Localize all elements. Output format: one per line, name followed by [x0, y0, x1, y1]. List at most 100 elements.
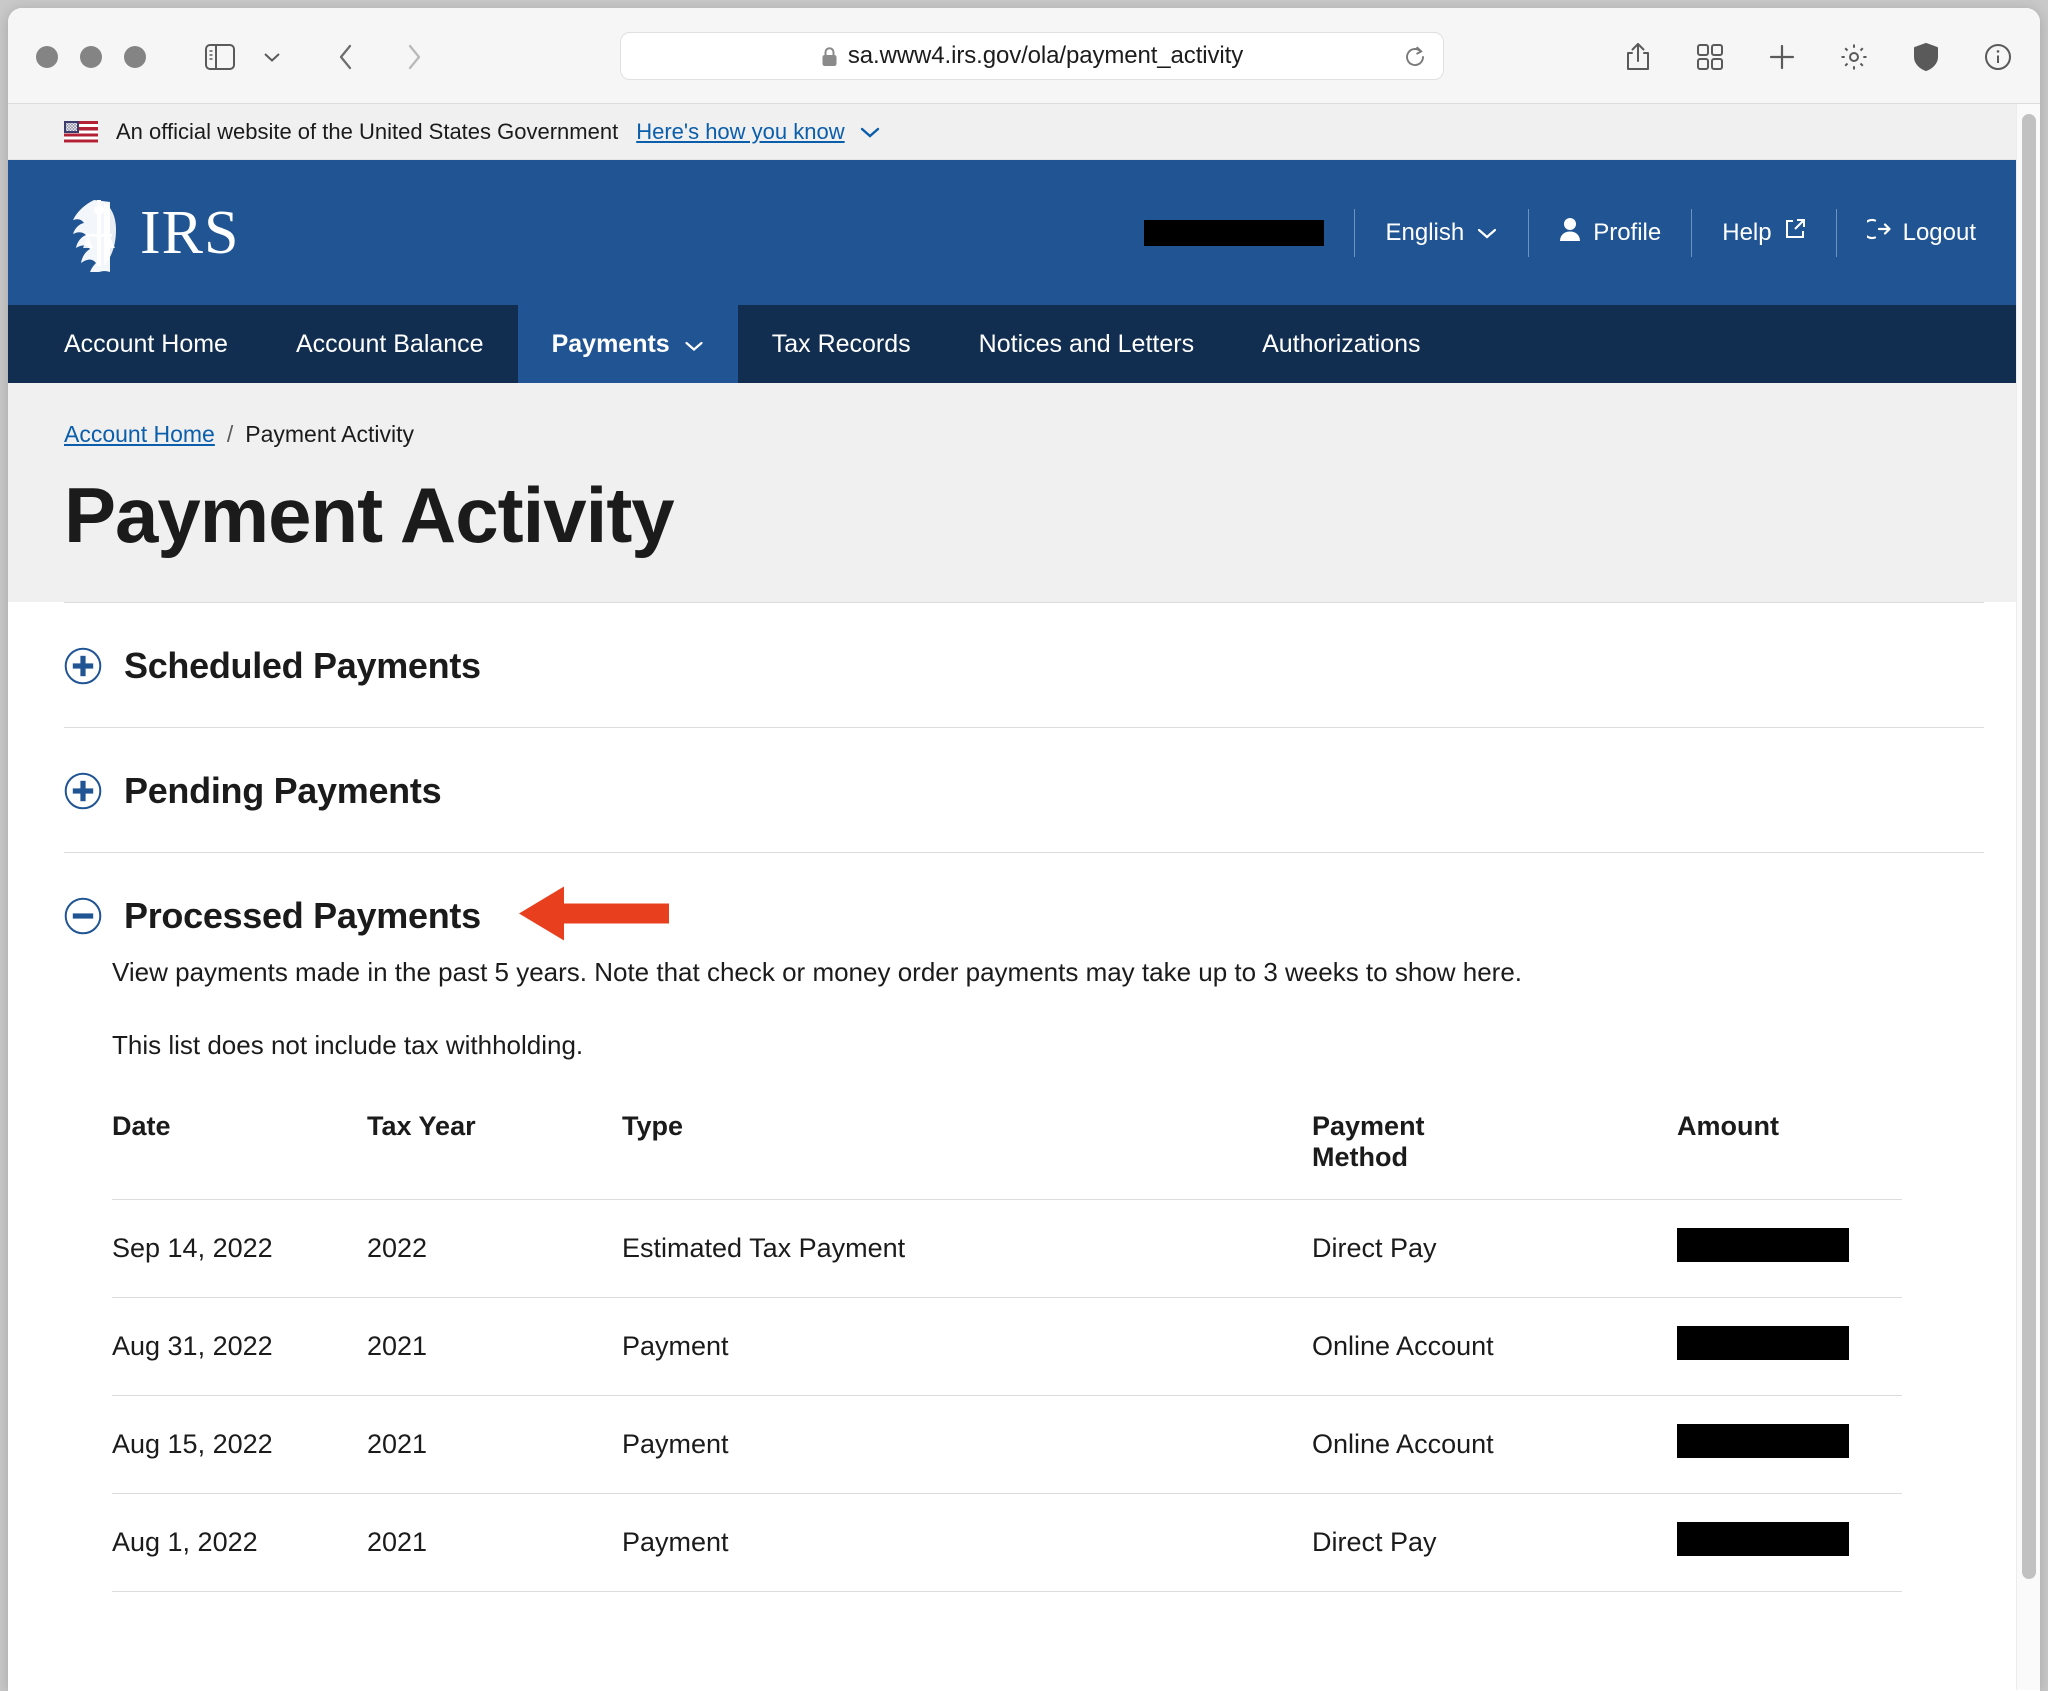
scrollbar-thumb[interactable]	[2022, 114, 2036, 1579]
table-head: Date Tax Year Type Payment Method Amount	[112, 1101, 1902, 1200]
new-tab-icon[interactable]	[1762, 37, 1802, 77]
nav-label: Account Home	[64, 329, 228, 358]
column-header-type: Type	[622, 1111, 684, 1142]
accordion-title: Pending Payments	[124, 770, 442, 811]
cell-payment-method: Direct Pay	[1312, 1493, 1677, 1593]
logout-icon	[1861, 218, 1891, 247]
nav-item-account-home[interactable]: Account Home	[8, 305, 262, 383]
table-header-row: Date Tax Year Type Payment Method Amount	[112, 1101, 1902, 1200]
logout-link[interactable]: Logout	[1861, 218, 1976, 247]
window-traffic-lights	[36, 46, 146, 68]
cell-type: Payment	[622, 1493, 1312, 1593]
amount-redacted	[1677, 1522, 1849, 1557]
table-row: Sep 14, 2022 2022 Estimated Tax Payment …	[112, 1199, 1902, 1298]
accordion-scheduled-payments: Scheduled Payments	[64, 603, 1984, 727]
divider	[1835, 208, 1837, 257]
user-name-redacted	[1144, 219, 1325, 246]
minimize-window-button[interactable]	[80, 46, 102, 68]
accordion-processed-payments: Processed Payments View payments made in…	[64, 853, 1984, 1632]
help-link[interactable]: Help	[1722, 218, 1805, 247]
nav-item-authorizations[interactable]: Authorizations	[1228, 305, 1454, 383]
info-icon[interactable]	[1978, 37, 2018, 77]
plus-circle-icon	[64, 647, 102, 685]
cell-amount	[1677, 1395, 1902, 1494]
nav-label: Authorizations	[1262, 329, 1421, 358]
shield-icon[interactable]	[1906, 37, 1946, 77]
chevron-down-icon	[684, 330, 704, 359]
accordion-header-processed-payments[interactable]: Processed Payments	[64, 886, 1984, 941]
nav-label: Account Balance	[295, 329, 484, 358]
cell-date: Sep 14, 2022	[112, 1199, 367, 1298]
column-header-payment-method-line1: Payment	[1312, 1111, 1425, 1142]
table-row: Aug 15, 2022 2021 Payment Online Account	[112, 1395, 1902, 1494]
cell-type: Payment	[622, 1297, 1312, 1396]
nav-item-payments[interactable]: Payments	[517, 305, 738, 383]
breadcrumb-separator: /	[226, 421, 234, 447]
table-row: Aug 31, 2022 2021 Payment Online Account	[112, 1297, 1902, 1396]
profile-label: Profile	[1593, 218, 1662, 246]
browser-window: sa.www4.irs.gov/ola/payment_activity An …	[8, 8, 2040, 1691]
gov-banner: An official website of the United States…	[8, 104, 2040, 160]
accordion-header-pending-payments[interactable]: Pending Payments	[64, 770, 1984, 812]
cell-amount	[1677, 1297, 1902, 1396]
sidebar-chevron-down-icon[interactable]	[252, 37, 292, 77]
cell-date: Aug 31, 2022	[112, 1297, 367, 1396]
page-scrollbar[interactable]	[2016, 104, 2040, 1690]
browser-toolbar: sa.www4.irs.gov/ola/payment_activity	[8, 8, 2040, 104]
page-title: Payment Activity	[64, 471, 675, 559]
cell-tax-year: 2021	[367, 1297, 622, 1396]
gear-icon[interactable]	[1834, 37, 1874, 77]
profile-link[interactable]: Profile	[1559, 217, 1661, 248]
gov-banner-link[interactable]: Here's how you know	[636, 119, 844, 145]
processed-intro-line-2: This list does not include tax withholdi…	[112, 1030, 584, 1061]
url-text: sa.www4.irs.gov/ola/payment_activity	[847, 42, 1244, 69]
share-icon[interactable]	[1618, 37, 1658, 77]
cell-type: Payment	[622, 1395, 1312, 1494]
amount-redacted	[1677, 1326, 1849, 1361]
column-header-payment-method-line2: Method	[1312, 1142, 1408, 1173]
nav-item-tax-records[interactable]: Tax Records	[738, 305, 945, 383]
nav-item-account-balance[interactable]: Account Balance	[262, 305, 518, 383]
page-viewport: An official website of the United States…	[8, 104, 2040, 1690]
minus-circle-icon	[64, 897, 102, 935]
address-bar[interactable]: sa.www4.irs.gov/ola/payment_activity	[620, 32, 1444, 80]
us-flag-icon	[64, 120, 98, 143]
language-selector[interactable]: English	[1385, 219, 1498, 247]
accordion-header-scheduled-payments[interactable]: Scheduled Payments	[64, 645, 1984, 687]
logout-label: Logout	[1902, 218, 1976, 246]
irs-logo-text: IRS	[140, 198, 240, 267]
irs-eagle-scales-icon	[73, 199, 116, 272]
table-row: Aug 1, 2022 2021 Payment Direct Pay	[112, 1493, 1902, 1593]
help-label: Help	[1722, 218, 1772, 246]
lock-icon	[821, 46, 838, 67]
sidebar-toggle-icon[interactable]	[200, 37, 240, 77]
breadcrumb: Account Home / Payment Activity	[64, 421, 2040, 448]
external-link-icon	[1784, 218, 1806, 247]
gov-banner-text: An official website of the United States…	[116, 118, 619, 144]
forward-button[interactable]	[394, 37, 434, 77]
divider	[1354, 208, 1356, 257]
close-window-button[interactable]	[36, 46, 58, 68]
back-button[interactable]	[326, 37, 366, 77]
nav-item-notices-and-letters[interactable]: Notices and Letters	[945, 305, 1228, 383]
user-icon	[1559, 217, 1581, 248]
table-body: Sep 14, 2022 2022 Estimated Tax Payment …	[112, 1199, 1902, 1593]
breadcrumb-account-home[interactable]: Account Home	[64, 421, 215, 448]
accordion-title: Scheduled Payments	[124, 645, 481, 686]
plus-circle-icon	[64, 772, 102, 810]
divider	[1691, 208, 1693, 257]
chevron-down-icon[interactable]	[859, 125, 881, 139]
red-left-arrow-annotation	[519, 883, 669, 950]
tab-overview-icon[interactable]	[1690, 37, 1730, 77]
maximize-window-button[interactable]	[124, 46, 146, 68]
accordion-title: Processed Payments	[124, 895, 481, 936]
nav-label: Notices and Letters	[978, 329, 1195, 358]
toolbar-right-icons	[1618, 37, 2018, 77]
processed-intro-line-1: View payments made in the past 5 years. …	[112, 957, 1523, 987]
language-label: English	[1385, 218, 1465, 246]
cell-amount	[1677, 1493, 1902, 1593]
page-hero: Account Home / Payment Activity Payment …	[8, 383, 2040, 602]
page-content: Scheduled Payments Pending Payments Proc…	[8, 602, 2040, 1633]
reload-icon[interactable]	[1403, 45, 1427, 69]
irs-logo[interactable]: IRS	[64, 194, 239, 272]
